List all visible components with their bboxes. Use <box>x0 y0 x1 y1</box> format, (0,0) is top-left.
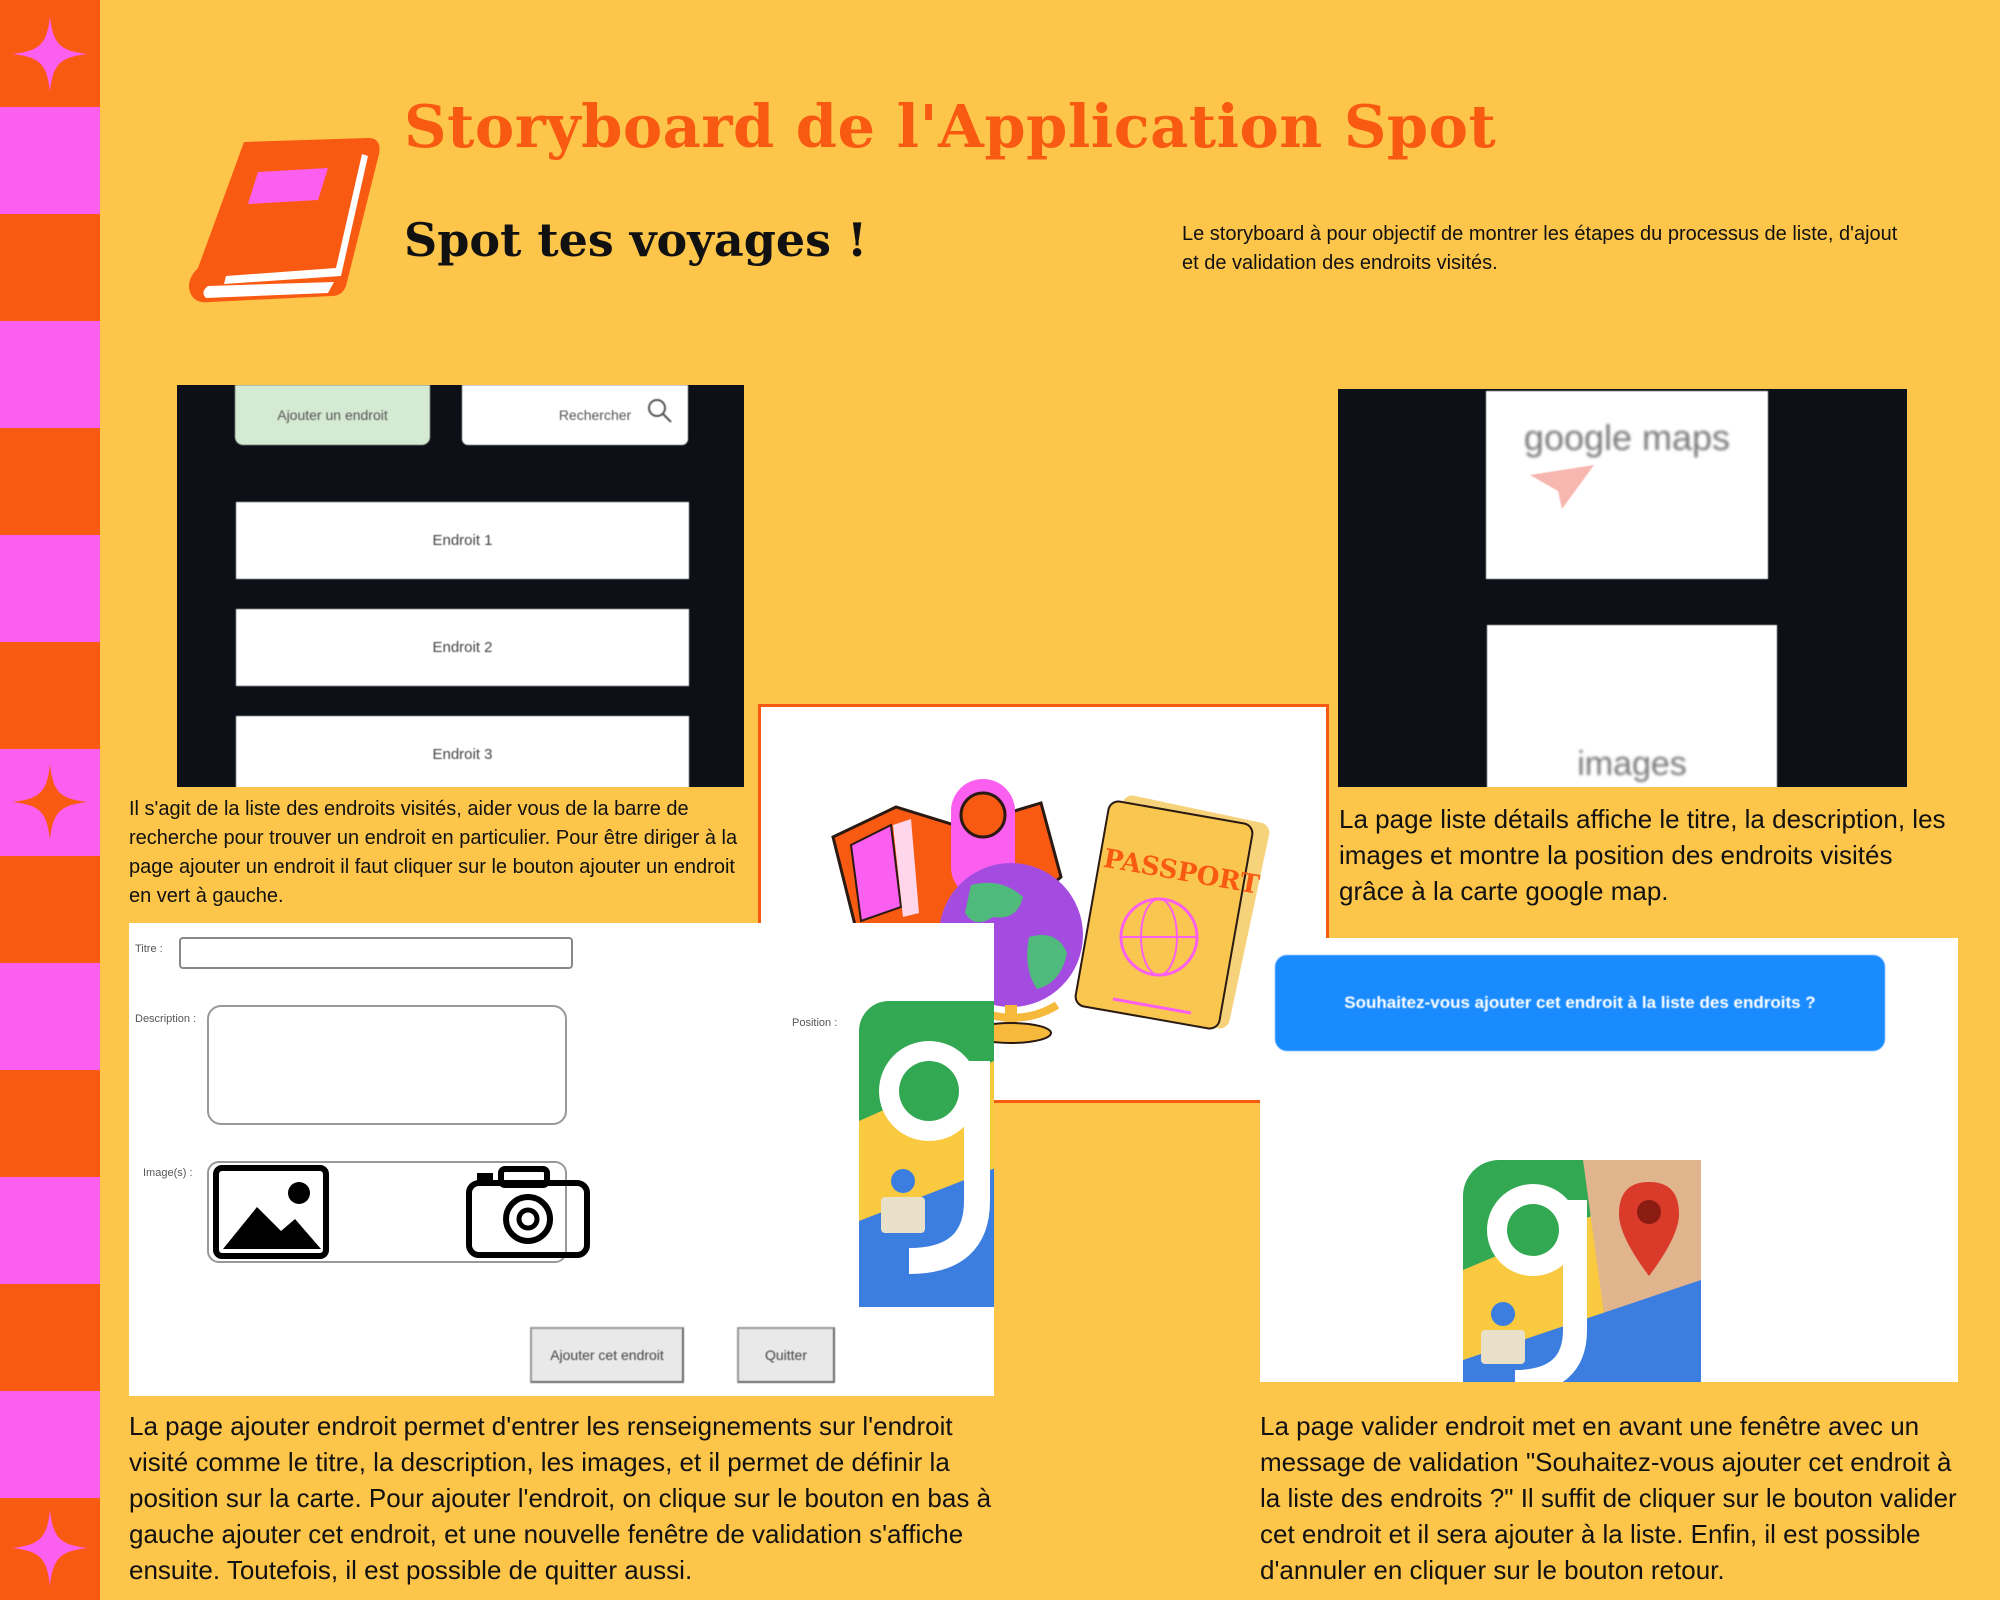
add-place-button[interactable]: Ajouter un endroit <box>235 385 430 445</box>
page-title: Storyboard de l'Application Spot <box>404 92 1497 161</box>
list-item[interactable]: Endroit 1 <box>236 502 689 579</box>
page-subtitle: Spot tes voyages ! <box>404 213 868 267</box>
strip-block <box>0 1070 100 1177</box>
search-icon <box>646 397 674 425</box>
list-item[interactable]: Endroit 2 <box>236 609 689 686</box>
strip-block <box>0 321 100 428</box>
strip-block <box>0 1177 100 1284</box>
list-item[interactable]: Endroit 3 <box>236 716 689 787</box>
map-card[interactable]: google maps <box>1486 391 1768 579</box>
google-maps-icon[interactable] <box>859 1001 994 1307</box>
camera-icon[interactable] <box>465 1165 591 1259</box>
images-label: images <box>1577 745 1687 783</box>
book-icon <box>186 136 381 312</box>
intro-text: Le storyboard à pour objectif de montrer… <box>1182 223 1898 274</box>
strip-block <box>0 1284 100 1391</box>
validate-screen-caption: La page valider endroit met en avant une… <box>1260 1411 1957 1585</box>
decorative-strip <box>0 0 100 1600</box>
strip-block <box>0 1391 100 1498</box>
quit-button[interactable]: Quitter <box>737 1327 835 1383</box>
details-screen-mockup: google maps images <box>1338 389 1907 787</box>
sparkle-icon <box>10 1508 90 1588</box>
list-screen-caption: Il s'agit de la liste des endroits visit… <box>129 798 738 907</box>
strip-block <box>0 963 100 1070</box>
details-screen-caption: La page liste détails affiche le titre, … <box>1339 804 1946 906</box>
image-upload-box[interactable] <box>207 1161 590 1263</box>
strip-block <box>0 535 100 642</box>
title-label: Titre : <box>135 943 163 955</box>
map-label: google maps <box>1523 417 1731 458</box>
images-card[interactable]: images <box>1487 625 1777 787</box>
title-field[interactable] <box>179 937 573 969</box>
strip-block <box>0 428 100 535</box>
map-pointer-icon <box>1530 465 1594 509</box>
search-bar[interactable]: Rechercher <box>462 385 688 445</box>
sparkle-icon <box>10 762 90 842</box>
strip-block <box>0 642 100 749</box>
description-field[interactable] <box>207 1005 567 1125</box>
list-screen-mockup: Ajouter un endroit Rechercher Endroit 1 … <box>177 385 744 787</box>
images-label: Image(s) : <box>143 1167 193 1179</box>
add-place-screen-mockup: Titre : Description : Image(s) : Positio… <box>129 923 994 1396</box>
add-screen-caption: La page ajouter endroit permet d'entrer … <box>129 1411 992 1585</box>
validation-message[interactable]: Souhaitez-vous ajouter cet endroit à la … <box>1275 955 1885 1051</box>
search-label: Rechercher <box>558 407 632 423</box>
description-label: Description : <box>135 1013 197 1025</box>
google-maps-icon <box>1463 1160 1701 1382</box>
strip-block <box>0 107 100 214</box>
strip-block <box>0 856 100 963</box>
sparkle-icon <box>10 14 90 94</box>
image-icon[interactable] <box>213 1165 329 1259</box>
strip-block <box>0 214 100 321</box>
add-this-place-button[interactable]: Ajouter cet endroit <box>530 1327 684 1383</box>
passport-icon: PASSPORT <box>1074 795 1270 1030</box>
validate-screen-mockup: Souhaitez-vous ajouter cet endroit à la … <box>1260 938 1958 1382</box>
position-label: Position : <box>792 1017 838 1029</box>
